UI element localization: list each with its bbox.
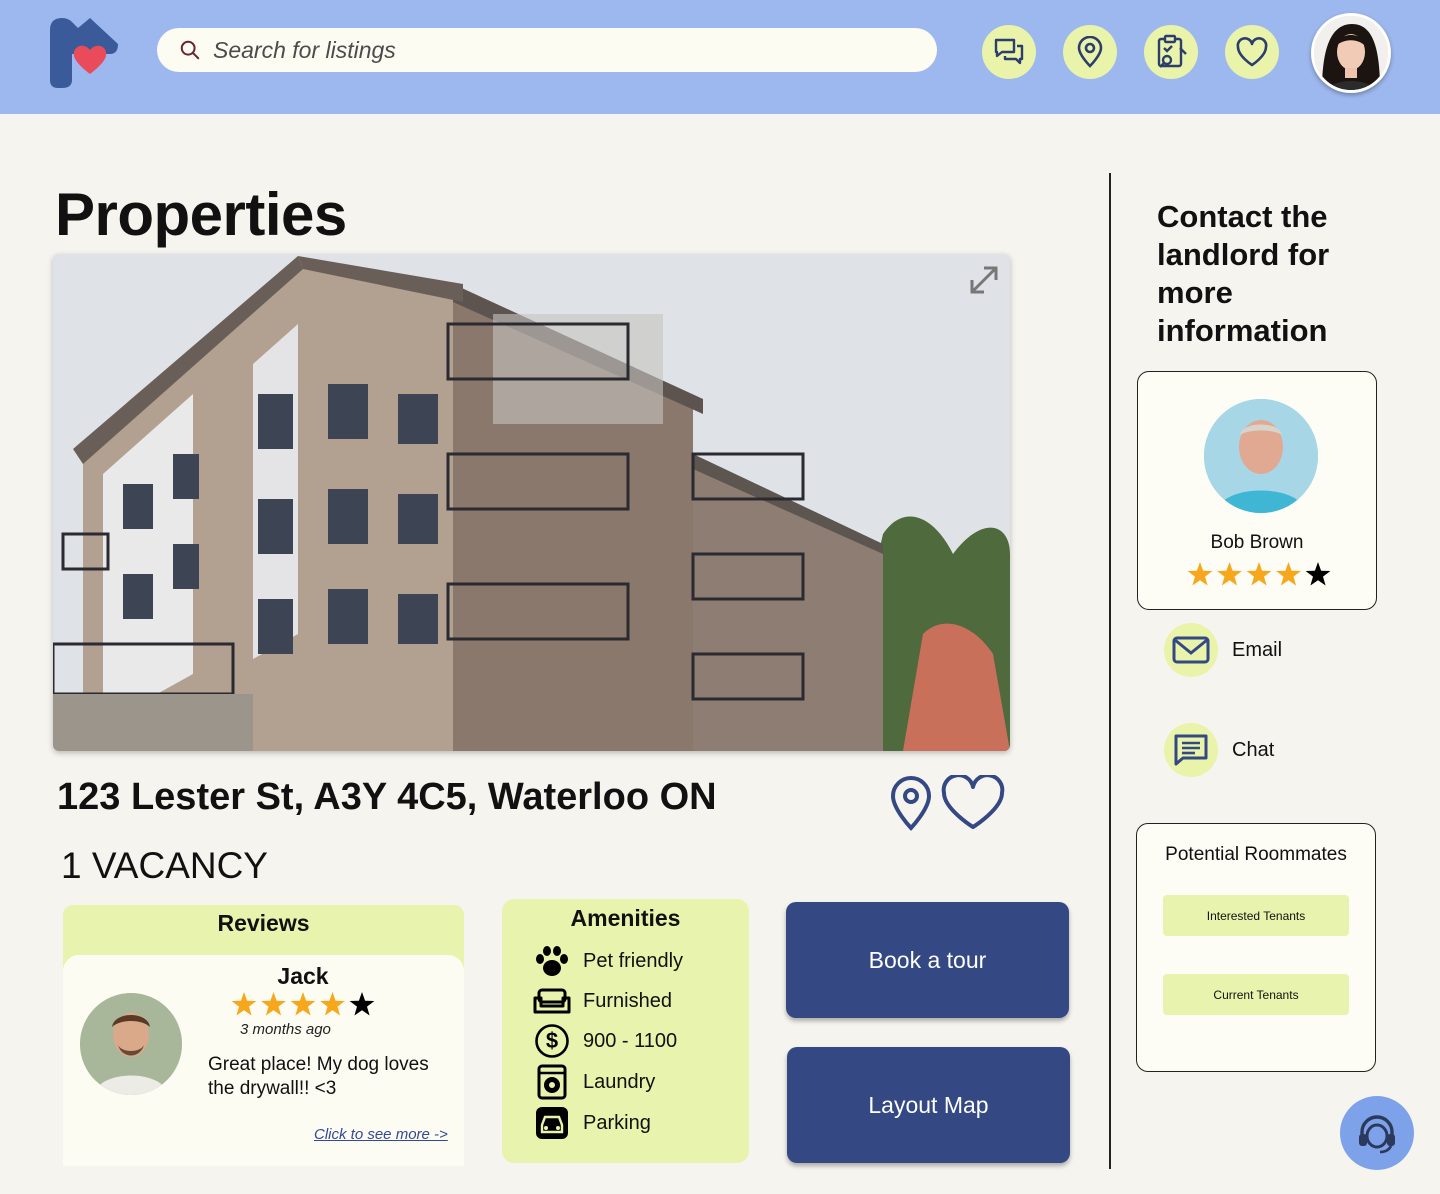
roommates-title: Potential Roommates [1165, 844, 1347, 865]
amenity-item: Pet friendly [532, 943, 683, 979]
chat-label: Chat [1232, 738, 1275, 761]
star-icon [1276, 562, 1301, 586]
home-logo-icon[interactable] [44, 14, 124, 94]
top-bar [0, 0, 1440, 114]
support-button[interactable] [1340, 1096, 1414, 1170]
search-icon [180, 40, 200, 60]
map-button[interactable] [1063, 25, 1117, 79]
amenity-label: Furnished [583, 989, 672, 1012]
page-title: Properties [55, 181, 347, 248]
landlord-avatar [1204, 399, 1318, 513]
landlord-card[interactable]: Bob Brown [1137, 371, 1377, 610]
book-tour-button[interactable]: Book a tour [786, 902, 1069, 1018]
favorites-button[interactable] [1225, 25, 1279, 79]
star-icon [1305, 562, 1331, 586]
review-star-rating [230, 991, 376, 1024]
reviewer-avatar [80, 993, 182, 1095]
car-icon [532, 1105, 572, 1141]
review-timestamp: 3 months ago [240, 1021, 331, 1038]
amenity-item: $ 900 - 1100 [532, 1023, 677, 1059]
chat-bubble-icon [1164, 723, 1218, 777]
amenity-label: 900 - 1100 [583, 1029, 678, 1052]
star-icon [231, 992, 257, 1016]
heart-icon [1236, 37, 1268, 67]
star-icon [320, 992, 345, 1016]
reviewer-name: Jack [277, 963, 329, 989]
dollar-icon: $ [532, 1023, 572, 1059]
search-bar[interactable] [157, 28, 937, 72]
landlord-star-rating [1186, 561, 1332, 594]
roommates-panel: Potential Roommates Interested Tenants C… [1136, 823, 1376, 1072]
layout-map-button[interactable]: Layout Map [787, 1047, 1070, 1163]
applications-button[interactable] [1144, 25, 1198, 79]
washer-icon [532, 1064, 572, 1100]
sofa-icon [532, 983, 572, 1019]
amenity-label: Parking [583, 1111, 651, 1134]
review-card: Jack 3 months ago Great place! My dog lo… [63, 955, 464, 1166]
reviews-title: Reviews [217, 910, 310, 936]
chat-contact-button[interactable]: Chat [1164, 723, 1274, 777]
svg-text:$: $ [546, 1028, 558, 1053]
map-pin-icon[interactable] [888, 775, 934, 836]
contact-title: Contact the landlord for more informatio… [1157, 199, 1330, 348]
current-tenants-button[interactable]: Current Tenants [1163, 974, 1349, 1015]
email-icon [1164, 623, 1218, 677]
chat-icon [994, 38, 1024, 65]
expand-icon[interactable] [966, 262, 1002, 303]
email-contact-button[interactable]: Email [1164, 623, 1282, 677]
amenity-item: Furnished [532, 983, 672, 1019]
star-icon [1217, 562, 1242, 586]
star-icon [349, 992, 375, 1016]
amenities-title: Amenities [570, 905, 681, 931]
search-input[interactable] [213, 36, 893, 64]
amenity-item: Laundry [532, 1064, 655, 1100]
star-icon [290, 992, 316, 1016]
property-photo[interactable] [53, 254, 1010, 751]
star-icon [1187, 562, 1213, 586]
see-more-link[interactable]: Click to see more -> [314, 1126, 448, 1143]
paw-icon [532, 943, 572, 979]
messages-button[interactable] [982, 25, 1036, 79]
property-address: 123 Lester St, A3Y 4C5, Waterloo ON [57, 776, 717, 818]
vacancy-count: 1 VACANCY [61, 845, 268, 886]
amenity-label: Pet friendly [583, 949, 684, 972]
amenities-panel: Amenities Pet friendly Furnished $ 900 -… [502, 899, 749, 1163]
landlord-name: Bob Brown [1210, 532, 1304, 553]
sidebar-divider [1109, 173, 1111, 1169]
favorite-heart-icon[interactable] [940, 773, 1006, 836]
review-text: Great place! My dog loves the drywall!! … [208, 1054, 429, 1099]
interested-tenants-button[interactable]: Interested Tenants [1163, 895, 1349, 936]
star-icon [1246, 562, 1272, 586]
map-pin-icon [1077, 36, 1103, 68]
clipboard-search-icon [1157, 34, 1187, 68]
reviews-panel: Reviews Jack 3 months ago Great place! M… [63, 905, 464, 1166]
amenity-label: Laundry [583, 1070, 656, 1093]
email-label: Email [1232, 638, 1283, 661]
user-avatar[interactable] [1311, 13, 1391, 93]
amenity-item: Parking [532, 1105, 651, 1141]
star-icon [261, 992, 286, 1016]
headset-icon [1359, 1115, 1395, 1154]
